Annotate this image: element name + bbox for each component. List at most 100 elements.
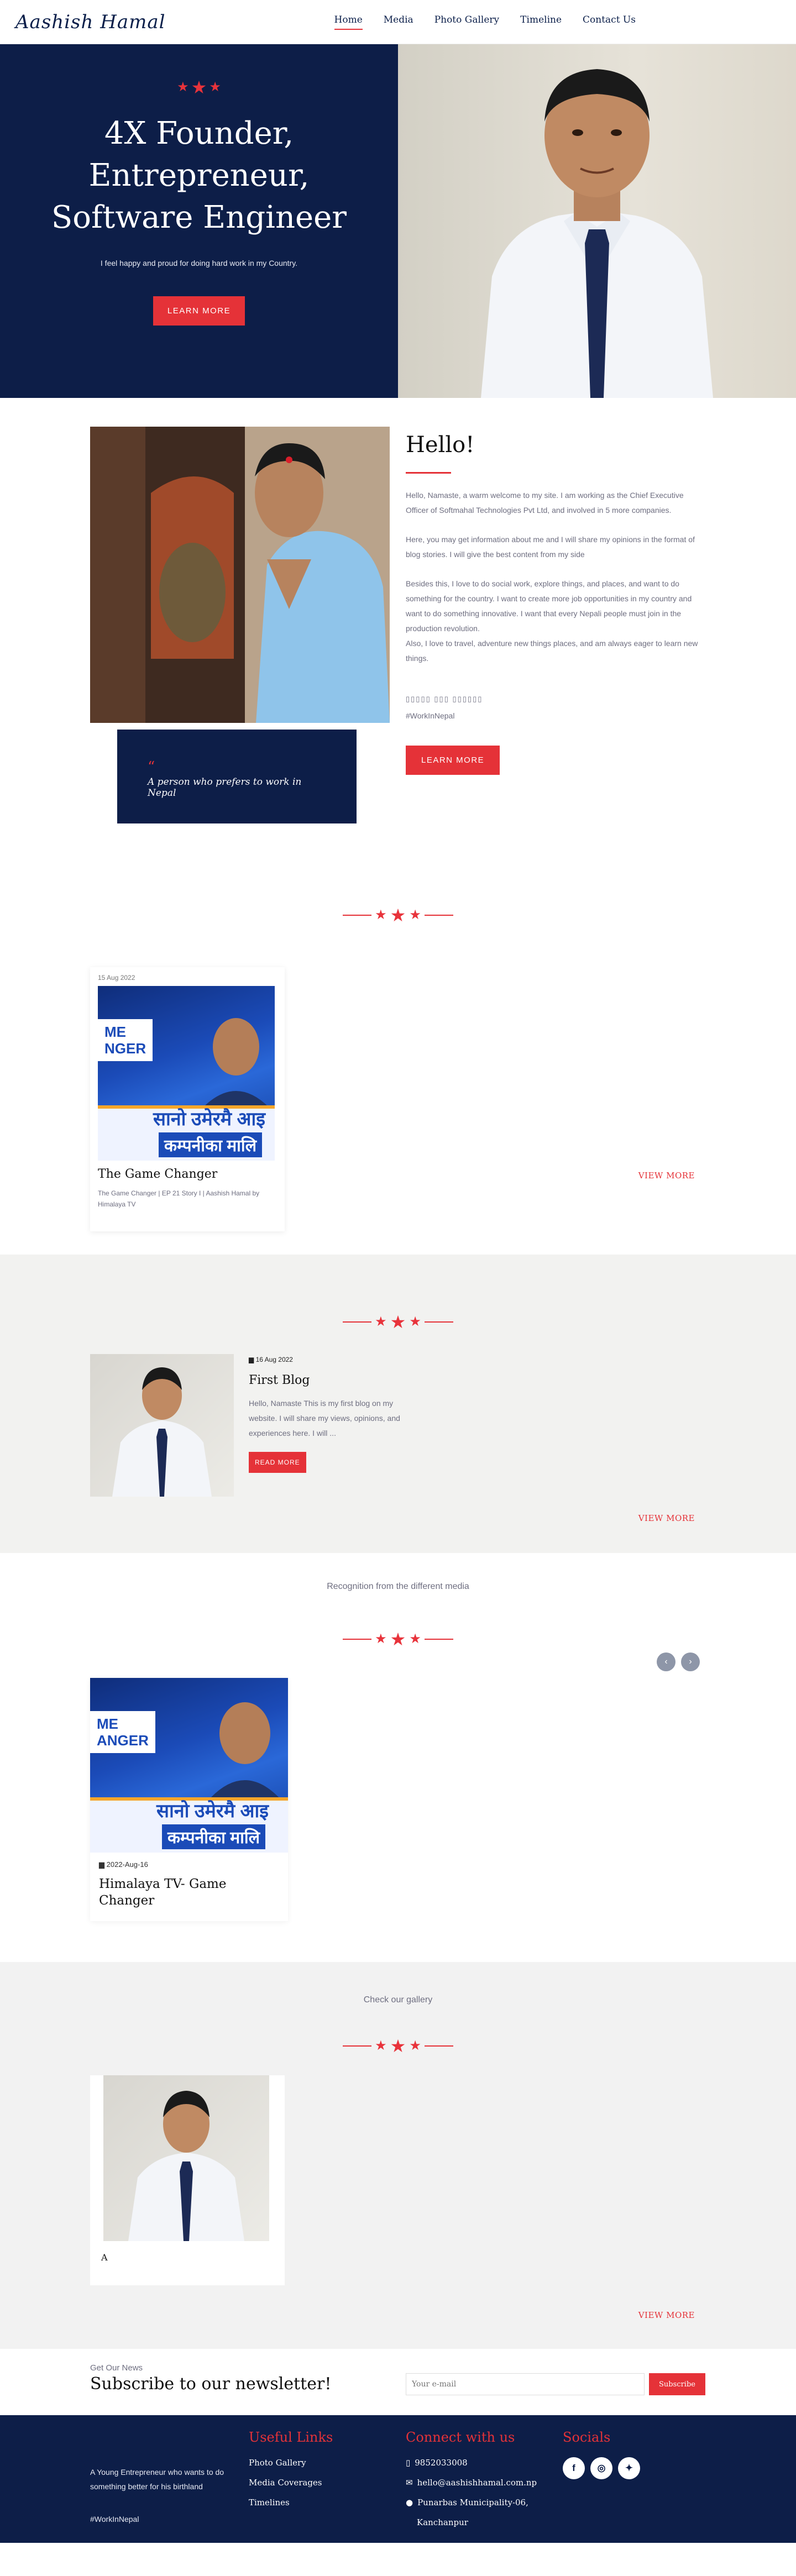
main-nav: Home Media Photo Gallery Timeline Contac…: [334, 14, 636, 30]
gallery-view-more-link[interactable]: VIEW MORE: [638, 2310, 695, 2320]
star-icon: ★: [409, 1314, 421, 1329]
quote-icon: “: [148, 759, 155, 775]
about-paragraph-part: Besides this, I love to do social work, …: [406, 579, 692, 633]
media-card[interactable]: 15 Aug 2022 ME NGER सानो उमेरमै आइ कम्पनी…: [90, 967, 285, 1231]
quote-text: A person who prefers to work in Nepal: [148, 777, 302, 799]
divider-line: [343, 1639, 372, 1640]
social-icons: f ◎ ✦: [563, 2457, 640, 2479]
nav-home[interactable]: Home: [334, 14, 363, 30]
blog-photo[interactable]: [90, 1354, 234, 1497]
star-icon: ★: [390, 905, 406, 925]
media-thumbnail[interactable]: ME NGER सानो उमेरमै आइ कम्पनीका मालि: [98, 986, 275, 1161]
recognition-date-text: 2022-Aug-16: [106, 1860, 148, 1869]
about-paragraph: Here, you may get information about me a…: [406, 535, 695, 559]
site-footer: A Young Entrepreneur who wants to do som…: [0, 2415, 796, 2543]
facebook-icon[interactable]: f: [563, 2457, 585, 2479]
useful-links-column: Useful Links Photo Gallery Media Coverag…: [249, 2430, 333, 2512]
about-paragraph-part: Also, I love to travel, adventure new th…: [406, 639, 698, 663]
gallery-portrait-illustration: [128, 2091, 244, 2241]
footer-link-photo-gallery[interactable]: Photo Gallery: [249, 2453, 333, 2473]
connect-column: Connect with us ▯ 9852033008 ✉ hello@aashi…: [406, 2430, 537, 2532]
hashtag: #WorkInNepal: [406, 711, 455, 720]
divider-line: [343, 1321, 372, 1323]
star-icon: ★: [409, 1631, 421, 1646]
instagram-icon[interactable]: ◎: [590, 2457, 612, 2479]
connect-heading: Connect with us: [406, 2430, 515, 2445]
about-text: Hello! Hello, Namaste, a warm welcome to…: [406, 427, 704, 775]
about-section: “ A person who prefers to work in Nepal …: [0, 398, 796, 879]
star-icon: ★: [209, 80, 221, 95]
recognition-kicker: Recognition from the different media: [327, 1582, 469, 1591]
carousel-prev-button[interactable]: ‹: [657, 1652, 675, 1671]
portrait-illustration: [481, 69, 713, 398]
media-card-desc: The Game Changer | EP 21 Story I | Aashi…: [98, 1189, 260, 1208]
footer-phone[interactable]: ▯ 9852033008: [406, 2453, 537, 2473]
about-paragraph: Hello, Namaste, a warm welcome to my sit…: [406, 491, 684, 515]
hero-tagline: I feel happy and proud for doing hard wo…: [100, 259, 298, 267]
location-pin-icon: ●: [406, 2498, 413, 2507]
gallery-section: Check our gallery ★ ★ ★ A VIEW MORE: [0, 1962, 796, 2349]
phone-icon: ▯: [406, 2458, 411, 2468]
thumb-line: कम्पनीका मालि: [159, 1132, 263, 1157]
footer-email-text: hello@aashishhamal.com.np: [417, 2478, 537, 2488]
blog-portrait-illustration: [112, 1367, 212, 1497]
footer-address-text: Punarbas Municipality-06,: [417, 2498, 528, 2507]
newsletter-section: Get Our News Subscribe to our newsletter…: [0, 2349, 796, 2415]
star-icon: ★: [375, 907, 387, 922]
blog-excerpt: Hello, Namaste This is my first blog on …: [249, 1399, 400, 1437]
newsletter-kicker: Get Our News: [90, 2363, 143, 2373]
about-learn-more-button[interactable]: LEARN MORE: [406, 746, 500, 775]
newsletter-title: Subscribe to our newsletter!: [90, 2374, 332, 2394]
nav-contact-us[interactable]: Contact Us: [583, 14, 636, 30]
recognition-section: Recognition from the different media ★ ★…: [0, 1553, 796, 1962]
read-more-button[interactable]: READ MORE: [249, 1452, 306, 1473]
mail-icon: ✉: [406, 2478, 413, 2488]
footer-address-line2: Kanchanpur: [417, 2517, 468, 2527]
footer-address: ● Punarbas Municipality-06,: [406, 2493, 537, 2512]
thumb-line: सानो उमेरमै आइ: [153, 1109, 266, 1130]
footer-email[interactable]: ✉ hello@aashishhamal.com.np: [406, 2473, 537, 2493]
recognition-title[interactable]: Himalaya TV- Game Changer: [90, 1869, 288, 1909]
socials-heading: Socials: [563, 2430, 611, 2445]
media-card-title[interactable]: The Game Changer: [98, 1167, 277, 1181]
hero-learn-more-button[interactable]: LEARN MORE: [153, 296, 245, 326]
star-divider: ★ ★ ★: [0, 906, 796, 924]
hero-text-panel: ★ ★ ★ 4X Founder, Entrepreneur, Software…: [0, 44, 398, 398]
socials-column: Socials f ◎ ✦: [563, 2430, 640, 2479]
site-header: Aashish Hamal Home Media Photo Gallery T…: [0, 0, 796, 44]
blog-title[interactable]: First Blog: [249, 1373, 404, 1387]
gallery-photo[interactable]: [103, 2075, 269, 2241]
nav-media[interactable]: Media: [384, 14, 413, 30]
calendar-icon: ▆: [249, 1356, 254, 1363]
divider-line: [343, 915, 372, 916]
star-icon: ★: [191, 77, 207, 97]
recognition-card[interactable]: ME ANGER सानो उमेरमै आइ कम्पनीका मालि ▆ 2…: [90, 1678, 288, 1921]
hero-stars: ★ ★ ★: [0, 78, 398, 96]
newsletter-email-input[interactable]: [406, 2373, 645, 2395]
nav-photo-gallery[interactable]: Photo Gallery: [434, 14, 499, 30]
star-divider: ★ ★ ★: [0, 1313, 796, 1331]
footer-link-media-coverages[interactable]: Media Coverages: [249, 2473, 333, 2493]
blog-view-more-link[interactable]: VIEW MORE: [638, 1513, 695, 1523]
star-divider: ★ ★ ★: [0, 2037, 796, 2055]
gallery-card[interactable]: A: [90, 2075, 285, 2285]
star-icon: ★: [390, 1312, 406, 1332]
recognition-thumbnail[interactable]: ME ANGER सानो उमेरमै आइ कम्पनीका मालि: [90, 1678, 288, 1853]
blog-info: ▆ 16 Aug 2022 First Blog Hello, Namaste …: [249, 1356, 404, 1473]
hero-title-line: 4X Founder,: [104, 116, 294, 151]
media-view-more-link[interactable]: VIEW MORE: [638, 1171, 695, 1181]
subscribe-button[interactable]: Subscribe: [649, 2373, 705, 2395]
carousel-next-button[interactable]: ›: [681, 1652, 700, 1671]
media-card-date: 15 Aug 2022: [98, 974, 135, 982]
twitter-icon[interactable]: ✦: [618, 2457, 640, 2479]
nav-timeline[interactable]: Timeline: [520, 14, 562, 30]
useful-links-heading: Useful Links: [249, 2430, 333, 2445]
site-logo[interactable]: Aashish Hamal: [15, 11, 166, 33]
divider-line: [343, 2045, 372, 2047]
footer-link-timelines[interactable]: Timelines: [249, 2493, 333, 2512]
footer-phone-text: 9852033008: [415, 2458, 468, 2468]
hero-section: ★ ★ ★ 4X Founder, Entrepreneur, Software…: [0, 44, 796, 398]
divider-line: [424, 2045, 453, 2047]
blog-section: ★ ★ ★ ▆ 16 Aug 2022 First Blog Hello, Na…: [0, 1255, 796, 1553]
star-icon: ★: [409, 907, 421, 922]
